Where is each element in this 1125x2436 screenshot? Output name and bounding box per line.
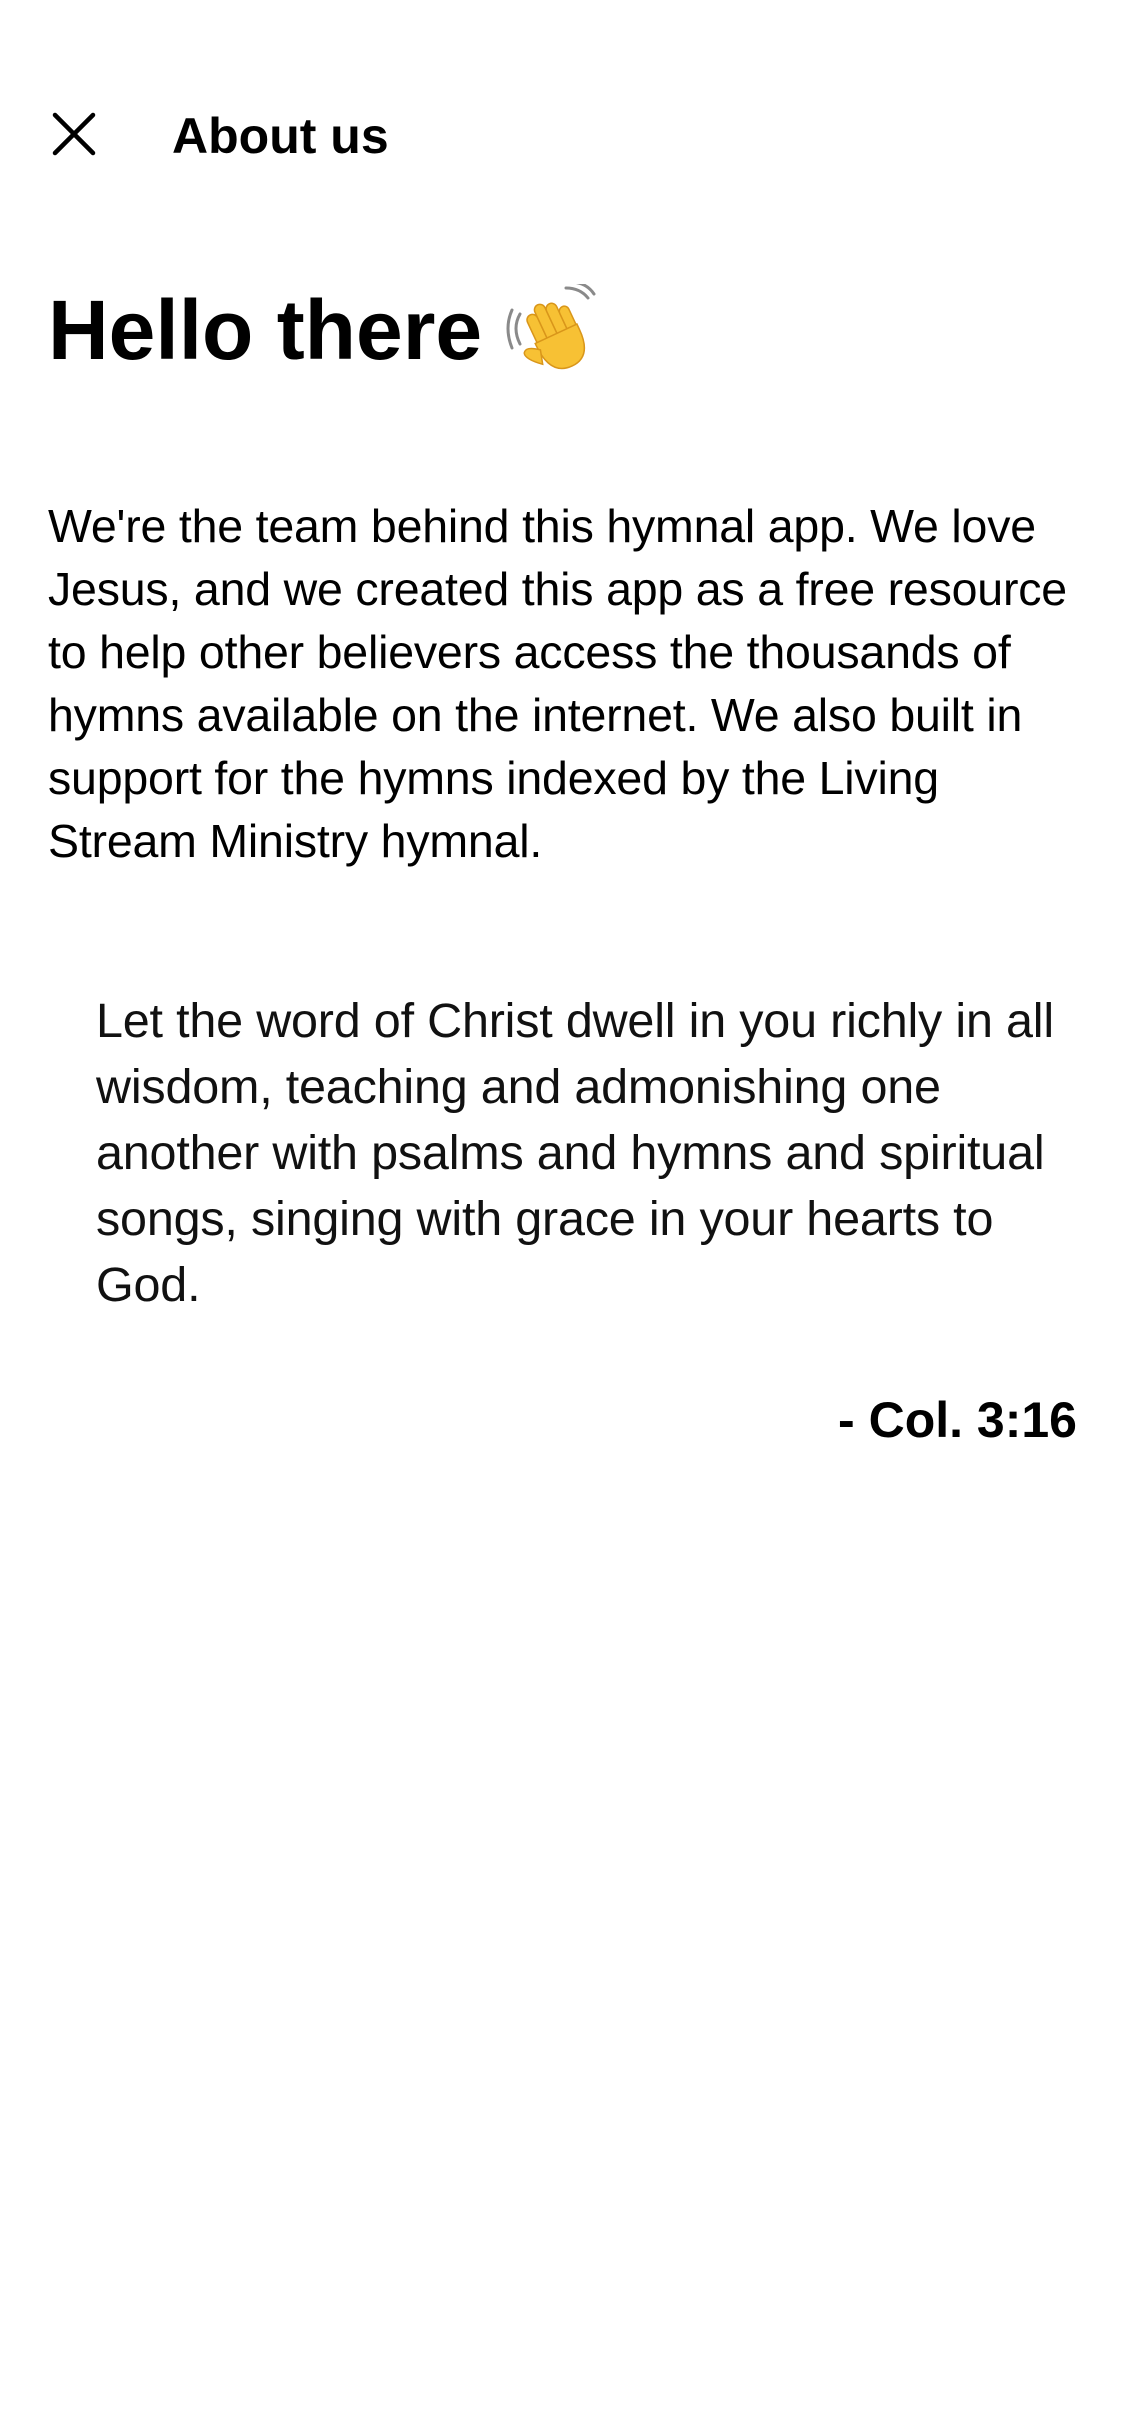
greeting-text: Hello there	[48, 283, 483, 377]
close-button[interactable]	[28, 88, 120, 180]
app-bar: About us	[0, 80, 1125, 176]
waving-hand-icon	[506, 284, 596, 370]
close-icon	[52, 112, 96, 156]
intro-paragraph: We're the team behind this hymnal app. W…	[48, 500, 1067, 867]
greeting-heading: Hello there	[48, 275, 598, 385]
page-title: About us	[172, 108, 389, 164]
bible-verse-quote: Let the word of Christ dwell in you rich…	[96, 994, 1054, 1312]
verse-reference: - Col. 3:16	[838, 1392, 1077, 1448]
